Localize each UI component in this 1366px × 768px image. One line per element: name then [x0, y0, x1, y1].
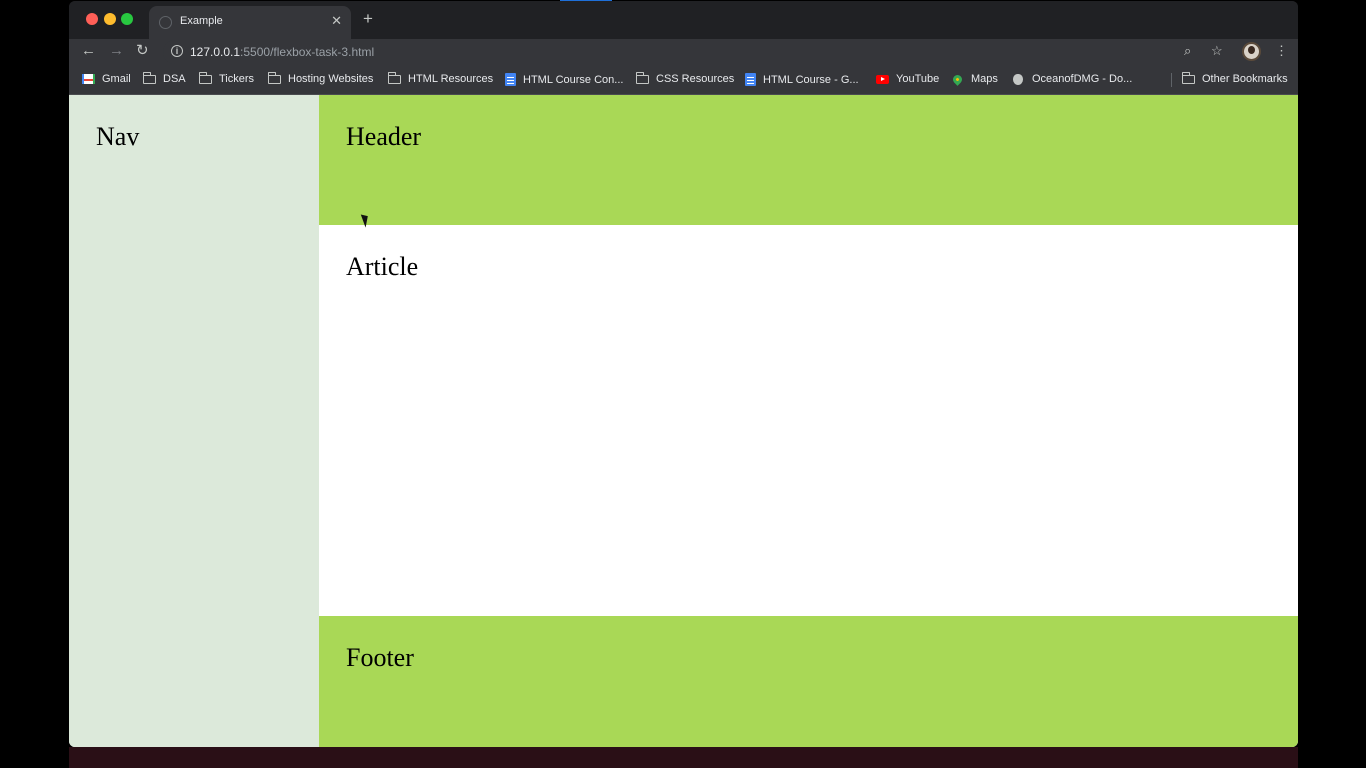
bookmark-css-resources[interactable]: CSS Resources [636, 71, 735, 85]
bookmark-label: Maps [971, 73, 998, 85]
url-host: 127.0.0.1 [190, 45, 241, 59]
toolbar: ← → ↻ i 127.0.0.1:5500/flexbox-task-3.ht… [69, 39, 1298, 65]
bookmark-label: Tickers [219, 73, 255, 85]
address-bar[interactable]: i 127.0.0.1:5500/flexbox-task-3.html [163, 40, 1223, 64]
maximize-window-button[interactable] [121, 13, 133, 25]
bookmark-hosting-websites[interactable]: Hosting Websites [268, 71, 374, 85]
tab-strip: Example ✕ + [69, 1, 1298, 39]
bookmark-youtube[interactable]: YouTube [876, 73, 939, 85]
article-section: Article [319, 225, 1298, 616]
bookmark-label: YouTube [896, 73, 940, 85]
bookmark-other-bookmarks[interactable]: Other Bookmarks [1182, 71, 1288, 85]
zoom-icon[interactable]: ⌕ [1184, 43, 1191, 59]
footer-title: Footer [346, 643, 414, 672]
bookmark-label: Gmail [102, 73, 131, 85]
youtube-icon [876, 74, 889, 84]
document-icon [505, 73, 516, 86]
browser-window: Example ✕ + ← → ↻ i 127.0.0.1:5500/flexb… [69, 1, 1298, 747]
bookmark-label: HTML Course Con... [523, 73, 624, 86]
header-section: Header [319, 95, 1298, 225]
desktop-background [69, 747, 1298, 768]
maps-icon [951, 72, 964, 86]
reload-icon[interactable]: ↻ [136, 42, 149, 60]
bookmark-gmail[interactable]: Gmail [82, 73, 131, 85]
apple-icon [1013, 73, 1023, 85]
close-window-button[interactable] [86, 13, 98, 25]
star-icon[interactable]: ☆ [1211, 43, 1223, 59]
folder-icon [268, 71, 281, 84]
bookmark-label: Other Bookmarks [1202, 73, 1288, 85]
document-icon [745, 73, 756, 86]
bookmark-label: Hosting Websites [288, 73, 374, 85]
bookmark-label: DSA [163, 73, 186, 85]
bookmark-label: HTML Course - G... [763, 73, 859, 86]
bookmark-label: HTML Resources [408, 73, 494, 85]
bookmark-html-course-con[interactable]: HTML Course Con... [505, 73, 623, 86]
back-icon[interactable]: ← [81, 42, 96, 60]
url-path: :5500/flexbox-task-3.html [240, 45, 375, 59]
bookmark-label: CSS Resources [656, 73, 735, 85]
bookmarks-bar: Gmail DSA Tickers Hosting Websites HTML … [69, 65, 1298, 95]
close-icon[interactable]: ✕ [331, 13, 342, 29]
bookmark-label: OceanofDMG - Do... [1032, 73, 1133, 85]
bookmark-html-course-g[interactable]: HTML Course - G... [745, 73, 859, 86]
bookmark-tickers[interactable]: Tickers [199, 71, 255, 85]
folder-icon [388, 71, 401, 84]
forward-icon[interactable]: → [109, 42, 124, 60]
folder-icon [636, 71, 649, 84]
tab-title: Example [180, 15, 223, 27]
minimize-window-button[interactable] [104, 13, 116, 25]
folder-icon [199, 71, 212, 84]
article-title: Article [346, 252, 419, 281]
header-title: Header [346, 122, 422, 151]
info-icon[interactable]: i [171, 45, 183, 57]
url-text[interactable]: 127.0.0.1:5500/flexbox-task-3.html [190, 45, 374, 59]
bookmark-maps[interactable]: Maps [951, 72, 998, 86]
globe-icon [159, 16, 172, 29]
bookmark-html-resources[interactable]: HTML Resources [388, 71, 494, 85]
bookmark-oceanofdmg[interactable]: OceanofDMG - Do... [1013, 73, 1132, 85]
page-content: Nav Header Article Footer [69, 95, 1298, 747]
menu-icon[interactable]: ⋮ [1275, 43, 1288, 59]
bookmark-dsa[interactable]: DSA [143, 71, 186, 85]
footer-section: Footer [319, 616, 1298, 747]
tab-example[interactable]: Example ✕ [149, 6, 351, 39]
folder-icon [1182, 71, 1195, 84]
folder-icon [143, 71, 156, 84]
nav-section: Nav [69, 95, 319, 747]
nav-title: Nav [96, 122, 140, 151]
avatar[interactable] [1242, 42, 1261, 61]
new-tab-button[interactable]: + [363, 10, 373, 27]
bookmarks-divider [1171, 73, 1172, 87]
gmail-icon [82, 74, 95, 84]
